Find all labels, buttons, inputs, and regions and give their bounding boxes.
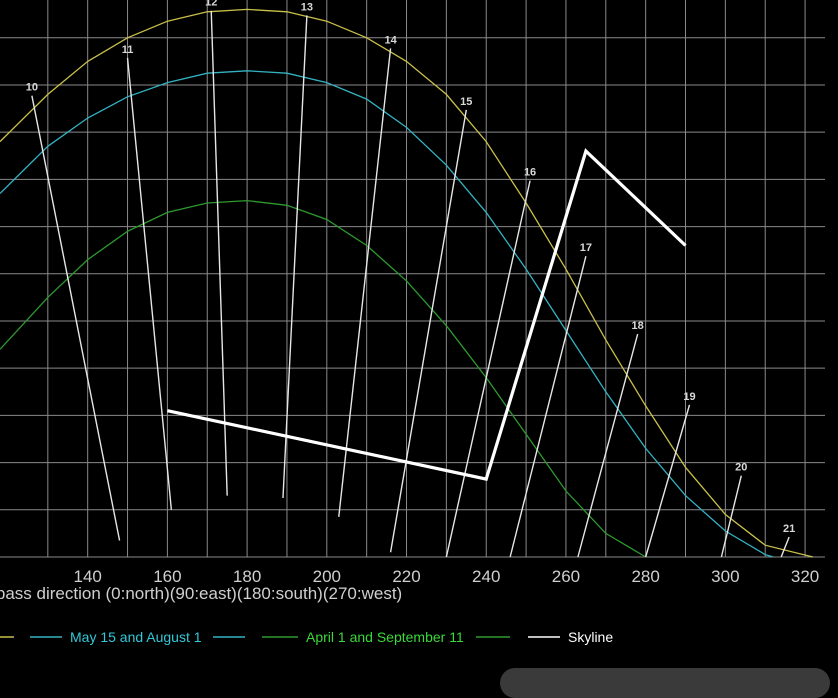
- x-tick-label: 240: [472, 567, 500, 586]
- x-tick-label: 300: [711, 567, 739, 586]
- hour-label-13: 13: [301, 1, 313, 13]
- x-tick-label: 260: [552, 567, 580, 586]
- sun-path-chart: 101112 131415161718192021 140 160 180 200 220…: [0, 0, 838, 680]
- hour-label-17: 17: [580, 242, 592, 254]
- legend-label: May 15 and August 1: [70, 629, 202, 645]
- scroll-handle[interactable]: [500, 668, 830, 698]
- legend-label: April 1 and September 11: [306, 629, 464, 645]
- hour-label-14: 14: [384, 34, 397, 46]
- x-axis-title: Compass direction (0:north)(90:east)(180…: [0, 584, 402, 603]
- hour-label-12: 12: [205, 0, 217, 9]
- hour-label-10: 10: [26, 82, 38, 94]
- hour-label-11: 11: [122, 44, 134, 56]
- x-tick-label: 280: [631, 567, 659, 586]
- legend-label: Skyline: [568, 629, 613, 645]
- hour-label-20: 20: [735, 462, 747, 474]
- hour-label-21: 21: [783, 523, 795, 535]
- hour-label-18: 18: [632, 320, 644, 332]
- hour-label-19: 19: [683, 391, 695, 403]
- x-tick-label: 320: [791, 567, 819, 586]
- hour-label-15: 15: [460, 96, 472, 108]
- hour-label-16: 16: [524, 167, 536, 179]
